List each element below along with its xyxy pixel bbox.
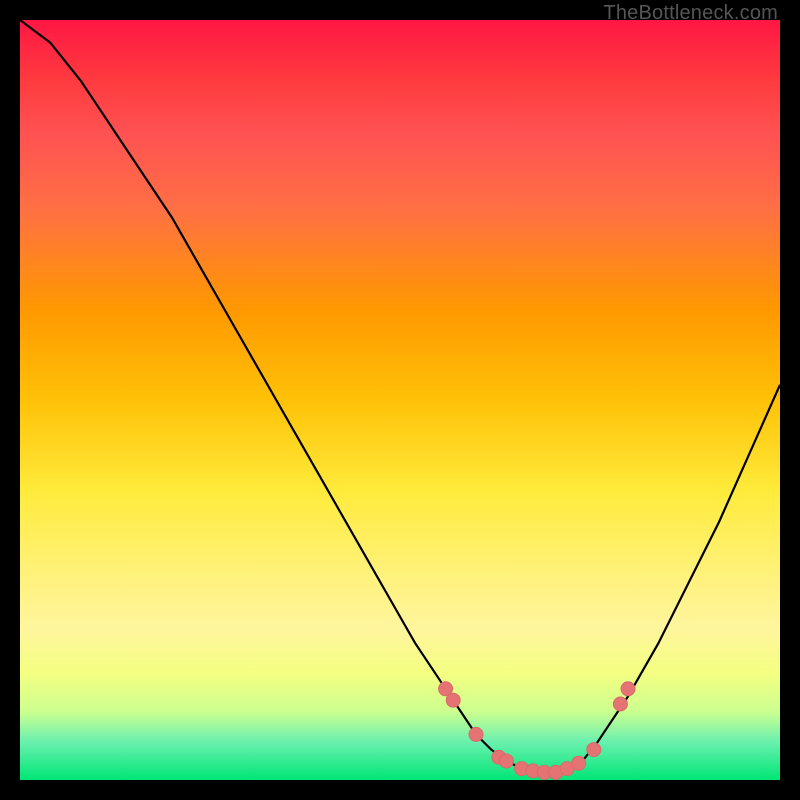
watermark-text: TheBottleneck.com bbox=[603, 2, 778, 25]
chart-plot-area bbox=[20, 20, 780, 780]
